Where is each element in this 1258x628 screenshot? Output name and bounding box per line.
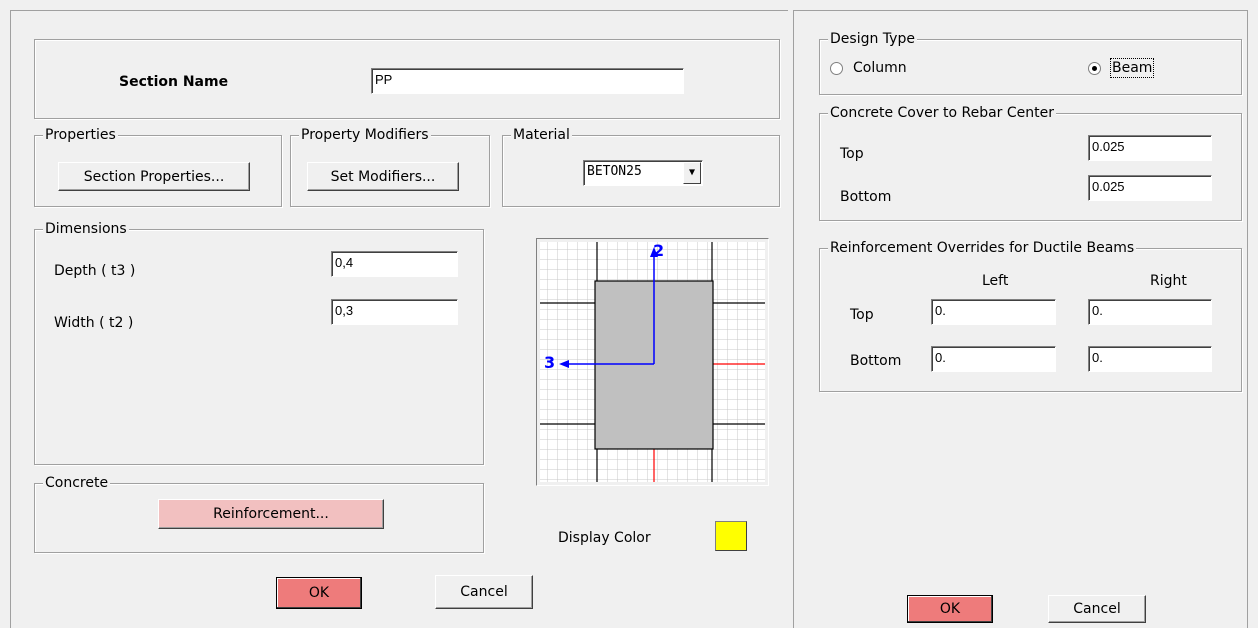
section-name-input[interactable]: PP bbox=[371, 68, 684, 94]
set-modifiers-button[interactable]: Set Modifiers... bbox=[307, 162, 459, 191]
beam-radio[interactable] bbox=[1088, 62, 1101, 75]
display-color-swatch[interactable] bbox=[715, 521, 747, 551]
overrides-top-left-input[interactable]: 0. bbox=[931, 299, 1056, 325]
width-label: Width ( t2 ) bbox=[54, 315, 134, 331]
beam-label[interactable]: Beam bbox=[1109, 58, 1155, 78]
cover-bottom-label: Bottom bbox=[840, 189, 892, 205]
reinforcement-overrides-title: Reinforcement Overrides for Ductile Beam… bbox=[828, 239, 1137, 257]
section-name-label: Section Name bbox=[119, 74, 229, 90]
concrete-cover-group: Concrete Cover to Rebar Center Top 0.025… bbox=[819, 104, 1242, 221]
axis-2-label: 2 bbox=[653, 241, 665, 260]
overrides-right-header: Right bbox=[1150, 273, 1187, 289]
overrides-top-right-input[interactable]: 0. bbox=[1088, 299, 1212, 325]
column-label[interactable]: Column bbox=[853, 59, 907, 77]
right-panel: Design Type Column Beam Concrete Cover t… bbox=[793, 10, 1248, 628]
overrides-bottom-left-input[interactable]: 0. bbox=[931, 346, 1056, 372]
concrete-group: Concrete Reinforcement... bbox=[34, 474, 484, 553]
reinforcement-overrides-group: Reinforcement Overrides for Ductile Beam… bbox=[819, 239, 1242, 392]
concrete-title: Concrete bbox=[43, 474, 111, 492]
design-type-group: Design Type Column Beam bbox=[819, 30, 1242, 95]
dimensions-group: Dimensions Depth ( t3 ) 0,4 Width ( t2 )… bbox=[34, 220, 484, 465]
reinforcement-button[interactable]: Reinforcement... bbox=[158, 499, 384, 529]
property-modifiers-group: Property Modifiers Set Modifiers... bbox=[290, 126, 490, 207]
properties-group: Properties Section Properties... bbox=[34, 126, 282, 207]
material-group: Material BETON25 ▼ bbox=[502, 126, 780, 207]
chevron-down-icon[interactable]: ▼ bbox=[683, 162, 701, 184]
design-type-title: Design Type bbox=[828, 30, 917, 48]
properties-title: Properties bbox=[43, 126, 118, 144]
overrides-bottom-right-input[interactable]: 0. bbox=[1088, 346, 1212, 372]
cover-top-input[interactable]: 0.025 bbox=[1088, 135, 1212, 161]
cover-bottom-input[interactable]: 0.025 bbox=[1088, 175, 1212, 201]
section-preview-drawing bbox=[540, 242, 765, 482]
right-ok-button[interactable]: OK bbox=[907, 595, 993, 623]
overrides-top-label: Top bbox=[850, 307, 874, 323]
depth-input[interactable]: 0,4 bbox=[331, 251, 458, 277]
material-select[interactable]: BETON25 ▼ bbox=[583, 160, 703, 186]
property-modifiers-title: Property Modifiers bbox=[299, 126, 431, 144]
section-properties-button[interactable]: Section Properties... bbox=[58, 162, 250, 191]
section-preview: 2 3 bbox=[536, 238, 769, 486]
cover-top-label: Top bbox=[840, 146, 864, 162]
left-panel: Section Name PP Properties Section Prope… bbox=[10, 10, 788, 628]
ok-button[interactable]: OK bbox=[276, 577, 362, 609]
section-name-box: Section Name PP bbox=[34, 39, 780, 119]
column-radio[interactable] bbox=[830, 62, 843, 75]
width-input[interactable]: 0,3 bbox=[331, 299, 458, 325]
overrides-left-header: Left bbox=[982, 273, 1009, 289]
material-title: Material bbox=[511, 126, 572, 144]
concrete-cover-title: Concrete Cover to Rebar Center bbox=[828, 104, 1056, 122]
right-cancel-button[interactable]: Cancel bbox=[1048, 595, 1146, 623]
dimensions-title: Dimensions bbox=[43, 220, 129, 238]
depth-label: Depth ( t3 ) bbox=[54, 263, 136, 279]
display-color-label: Display Color bbox=[558, 530, 651, 546]
cancel-button[interactable]: Cancel bbox=[435, 575, 533, 609]
axis-3-label: 3 bbox=[544, 353, 556, 372]
material-selected-value: BETON25 bbox=[587, 164, 642, 179]
overrides-bottom-label: Bottom bbox=[850, 353, 902, 369]
